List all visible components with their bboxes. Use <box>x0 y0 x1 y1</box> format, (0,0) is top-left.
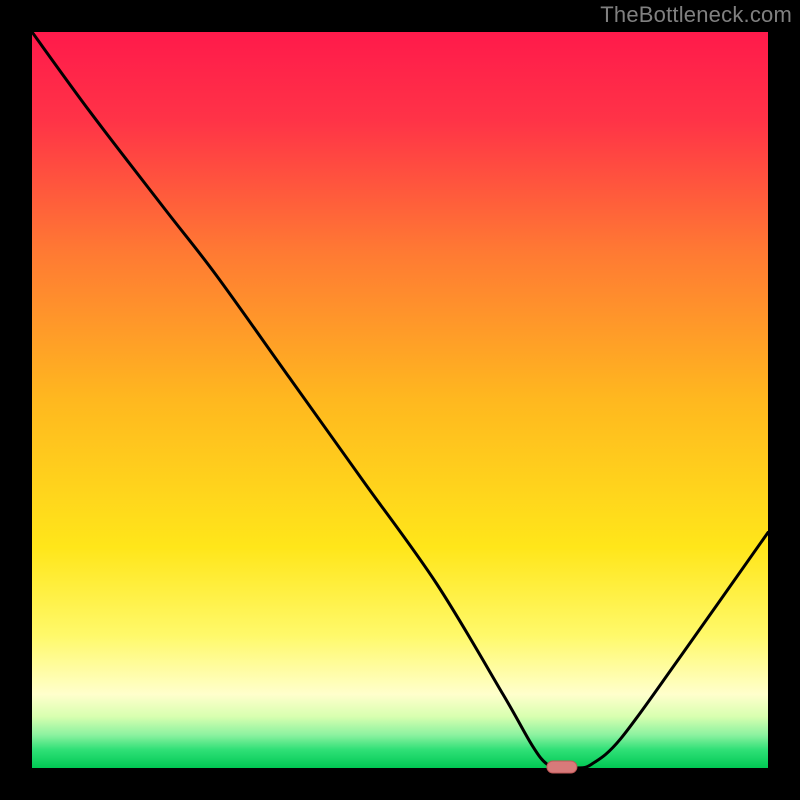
plot-background <box>32 32 768 768</box>
watermark-text: TheBottleneck.com <box>600 2 792 28</box>
sweet-spot-marker <box>547 761 577 773</box>
chart-stage: TheBottleneck.com <box>0 0 800 800</box>
bottleneck-chart <box>0 0 800 800</box>
